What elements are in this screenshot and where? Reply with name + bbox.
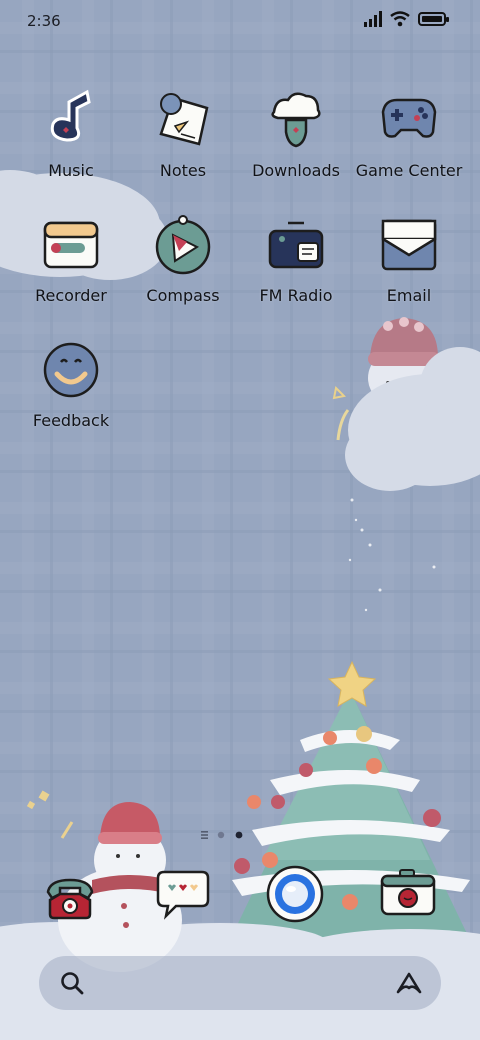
compass-icon: [155, 215, 211, 275]
browser-icon: [266, 865, 324, 923]
music-note-icon: [50, 89, 91, 142]
notes-icon: [159, 93, 209, 146]
app-label: Email: [386, 286, 432, 305]
signal-icon: [364, 11, 382, 27]
app-label: FM Radio: [259, 286, 333, 305]
page-dot: [217, 831, 225, 839]
dock-phone[interactable]: [40, 864, 100, 924]
app-label: Game Center: [355, 161, 463, 180]
gamepad-icon: [381, 98, 437, 138]
app-label: Recorder: [35, 286, 107, 305]
downloads-icon: [271, 92, 321, 148]
radio-icon: [268, 221, 324, 269]
phone-icon: [46, 878, 94, 920]
dock-messages[interactable]: [152, 864, 212, 924]
smiley-icon: [43, 342, 99, 398]
app-label: Music: [48, 161, 94, 180]
page-dot-active: [235, 831, 243, 839]
page-indicator[interactable]: [199, 828, 249, 842]
assistant-icon[interactable]: [395, 970, 423, 996]
app-label: Downloads: [252, 161, 340, 180]
status-bar: 2:36: [0, 0, 480, 42]
search-bar[interactable]: [39, 956, 441, 1010]
envelope-icon: [381, 219, 437, 271]
battery-icon: [418, 12, 449, 26]
app-label: Feedback: [32, 411, 110, 430]
menu-lines-icon: [201, 831, 208, 839]
camera-icon: [380, 869, 436, 916]
wifi-icon: [390, 11, 410, 27]
app-label: Notes: [159, 161, 207, 180]
messages-icon: [156, 870, 210, 920]
dock-camera[interactable]: [378, 864, 438, 924]
app-label: Compass: [146, 286, 220, 305]
recorder-icon: [43, 221, 99, 269]
status-time: 2:36: [27, 12, 61, 30]
search-icon[interactable]: [59, 970, 85, 996]
dock-browser[interactable]: [265, 864, 325, 924]
